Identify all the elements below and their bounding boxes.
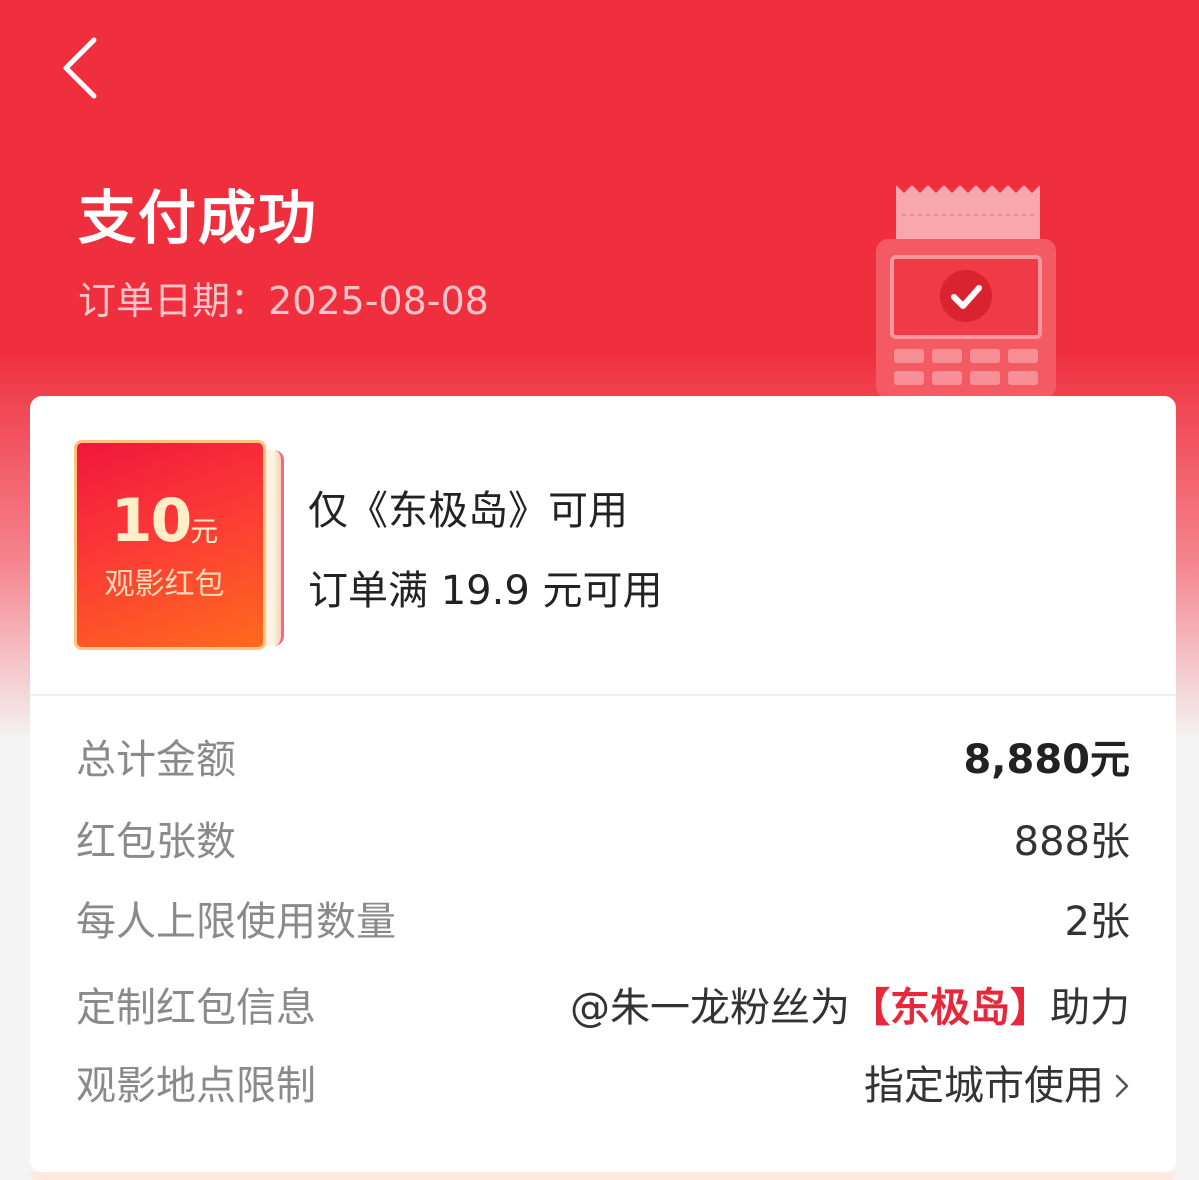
coupon-name: 观影红包: [104, 567, 225, 602]
limit-value: 2张: [1064, 899, 1130, 945]
total-label: 总计金额: [76, 737, 236, 783]
location-link[interactable]: 指定城市使用: [864, 1058, 1130, 1114]
coupon-badge: 10元 观影红包: [74, 440, 286, 652]
card-bottom-edge: [30, 1172, 1176, 1180]
count-value: 888张: [1013, 819, 1130, 865]
custom-info-movie: 【东极岛】: [850, 985, 1050, 1031]
coupon-scope: 仅《东极岛》可用: [308, 488, 628, 534]
coupon-amount-number: 10: [110, 486, 192, 556]
chevron-right-icon: [1115, 1074, 1129, 1098]
location-row[interactable]: 观影地点限制 指定城市使用: [76, 1058, 1130, 1114]
custom-info-label: 定制红包信息: [76, 985, 316, 1031]
custom-info-row: 定制红包信息 @朱一龙粉丝为 【东极岛】 助力: [76, 980, 1130, 1036]
limit-label: 每人上限使用数量: [76, 899, 396, 945]
location-label: 观影地点限制: [76, 1063, 316, 1109]
coupon-face: 10元 观影红包: [74, 440, 266, 650]
limit-row: 每人上限使用数量 2张: [76, 894, 1130, 950]
count-label: 红包张数: [76, 819, 236, 865]
custom-info-prefix: @朱一龙粉丝为: [570, 985, 850, 1031]
coupon-amount: 10元: [77, 491, 252, 551]
coupon-threshold: 订单满 19.9 元可用: [308, 568, 663, 614]
back-button[interactable]: [50, 30, 110, 106]
total-value: 8,880元: [963, 737, 1130, 783]
order-date-value: 2025-08-08: [268, 279, 489, 323]
chevron-left-icon: [63, 37, 97, 99]
custom-info-suffix: 助力: [1050, 985, 1130, 1031]
location-value: 指定城市使用: [864, 1063, 1104, 1109]
page-title: 支付成功: [78, 184, 319, 252]
coupon-amount-unit: 元: [190, 515, 219, 548]
order-date-label: 订单日期：: [78, 279, 269, 323]
pos-terminal-icon: [876, 185, 1056, 398]
order-card: 10元 观影红包 仅《东极岛》可用 订单满 19.9 元可用 总计金额 8,88…: [30, 396, 1176, 1172]
payment-success-page: 支付成功 订单日期：2025-08-08 10元 观影红包 仅《东极岛》可用 订…: [0, 0, 1199, 1180]
divider: [30, 694, 1176, 696]
total-row: 总计金额 8,880元: [76, 732, 1130, 788]
count-row: 红包张数 888张: [76, 814, 1130, 870]
order-date: 订单日期：2025-08-08: [78, 275, 489, 327]
custom-info-value: @朱一龙粉丝为 【东极岛】 助力: [570, 980, 1130, 1036]
